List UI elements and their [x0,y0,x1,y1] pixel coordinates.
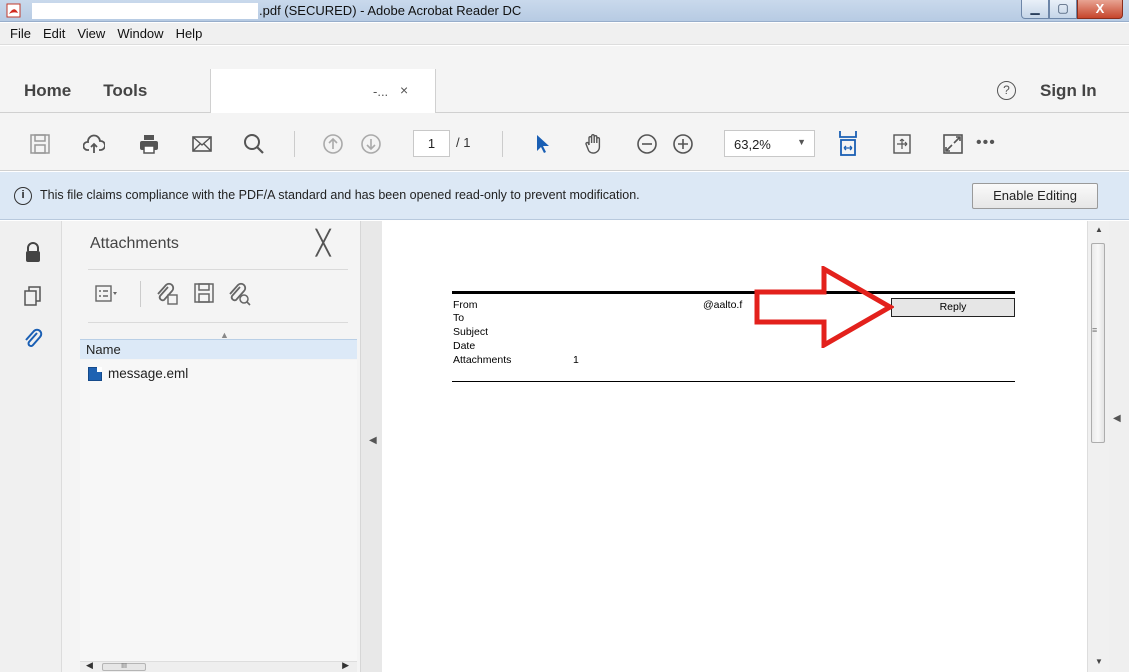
window-title-bar: .pdf (SECURED) - Adobe Acrobat Reader DC… [0,0,1129,22]
vertical-scrollbar[interactable]: ▲ ≡ ▼ [1087,221,1109,672]
scroll-up-icon[interactable]: ▲ [1095,225,1103,234]
menu-view[interactable]: View [71,26,111,41]
maximize-button[interactable]: ▢ [1049,0,1077,19]
save-icon[interactable] [29,133,51,155]
scroll-right-icon[interactable]: ▶ [342,660,349,671]
field-subject-label: Subject [453,326,489,338]
panel-collapse-gutter[interactable]: ◀ [360,221,382,672]
page-total: / 1 [456,135,471,150]
lock-icon[interactable] [22,241,44,263]
scrollbar-grip-icon: ≡ [1092,325,1098,335]
scroll-left-icon[interactable]: ◀ [86,660,93,671]
main-toolbar: 1 / 1 63,2% ▼ ••• [0,113,1129,171]
tab-home[interactable]: Home [0,69,87,113]
field-date-label: Date [453,340,476,352]
upload-cloud-icon[interactable] [83,133,105,155]
red-arrow-annotation [754,266,894,348]
scrollbar-thumb[interactable] [1091,243,1105,443]
hand-tool-icon[interactable] [583,133,605,155]
toolbar-divider [140,281,141,307]
menu-window[interactable]: Window [111,26,169,41]
column-header-label: Name [86,342,121,357]
right-panel-toggle[interactable]: ◀ [1109,221,1129,672]
reply-button[interactable]: Reply [891,298,1015,317]
field-from-label: From [453,299,478,311]
menu-edit[interactable]: Edit [37,26,71,41]
minimize-button[interactable]: ▁ [1021,0,1049,19]
scroll-down-icon[interactable]: ▼ [1095,657,1103,666]
document-tab-label: -... [373,84,389,99]
more-tools-icon[interactable]: ••• [976,134,996,152]
acrobat-logo-icon [6,3,21,18]
menu-file[interactable]: File [4,26,37,41]
attachments-panel: Attachments ╳ ▲ Name message.eml ◀ III ▶ [62,221,360,672]
search-attachment-icon[interactable] [226,281,252,307]
tabs-spacer [0,46,1129,69]
search-icon[interactable] [243,133,265,155]
collapse-left-icon[interactable]: ◀ [369,435,377,446]
tab-tools[interactable]: Tools [87,69,163,113]
navigation-rail [0,221,62,672]
paperclip-icon[interactable] [22,327,44,349]
column-header-name[interactable]: ▲ Name [80,330,357,359]
info-icon: i [14,187,32,205]
close-panel-icon[interactable]: ╳ [316,229,330,258]
header-rule [452,291,1015,294]
rotate-icon[interactable] [891,133,913,155]
zoom-value: 63,2% [734,137,771,152]
zoom-in-icon[interactable] [672,133,694,155]
enable-editing-button[interactable]: Enable Editing [972,183,1098,209]
field-to-label: To [453,312,465,324]
expand-right-panel-icon[interactable]: ◀ [1113,413,1121,424]
close-icon: X [1095,1,1105,16]
field-from-value: @aalto.f [703,299,743,311]
info-message: This file claims compliance with the PDF… [40,188,640,202]
save-attachment-icon[interactable] [192,281,218,307]
menu-bar: File Edit View Window Help [0,23,1129,45]
close-window-button[interactable]: X [1077,0,1123,19]
footer-rule [452,381,1015,382]
help-icon[interactable]: ? [997,81,1016,100]
window-title: .pdf (SECURED) - Adobe Acrobat Reader DC [259,3,522,18]
zoom-select[interactable]: 63,2% ▼ [724,130,815,157]
full-screen-icon[interactable] [942,133,964,155]
scrollbar-thumb[interactable]: III [102,663,146,671]
page-thumbnails-icon[interactable] [22,285,44,307]
add-attachment-icon[interactable] [154,281,180,307]
field-attachments-label: Attachments [453,354,512,366]
pdfa-info-bar: i This file claims compliance with the P… [0,172,1129,220]
document-view [382,221,1087,672]
maximize-icon: ▢ [1057,1,1069,15]
sign-in-link[interactable]: Sign In [1040,81,1097,101]
next-page-icon[interactable] [360,133,382,155]
attachments-list: message.eml [80,360,357,662]
prev-page-icon[interactable] [322,133,344,155]
print-icon[interactable] [138,133,160,155]
fit-width-icon[interactable] [837,129,859,157]
field-attachments-value: 1 [573,354,579,366]
zoom-out-icon[interactable] [636,133,658,155]
list-item[interactable]: message.eml [88,366,188,381]
tabs-bar [0,69,1129,113]
options-menu-icon[interactable] [94,281,120,307]
chevron-down-icon: ▼ [797,137,806,147]
divider [88,269,348,270]
tab-document[interactable]: -... × [210,69,436,113]
toolbar-divider [294,131,295,157]
outlook-file-icon [88,366,102,381]
file-name: message.eml [108,366,189,381]
redacted-filename [32,3,258,19]
sort-ascending-icon: ▲ [220,330,229,340]
divider [88,322,348,323]
horizontal-scrollbar[interactable]: ◀ III ▶ [80,660,357,672]
toolbar-divider [502,131,503,157]
email-icon[interactable] [191,133,213,155]
document-tab-close-icon[interactable]: × [400,82,408,98]
menu-help[interactable]: Help [170,26,209,41]
attachments-title: Attachments [90,235,179,252]
page-number-input[interactable]: 1 [413,130,450,157]
select-cursor-icon[interactable] [532,133,554,155]
minimize-icon: ▁ [1030,1,1040,15]
